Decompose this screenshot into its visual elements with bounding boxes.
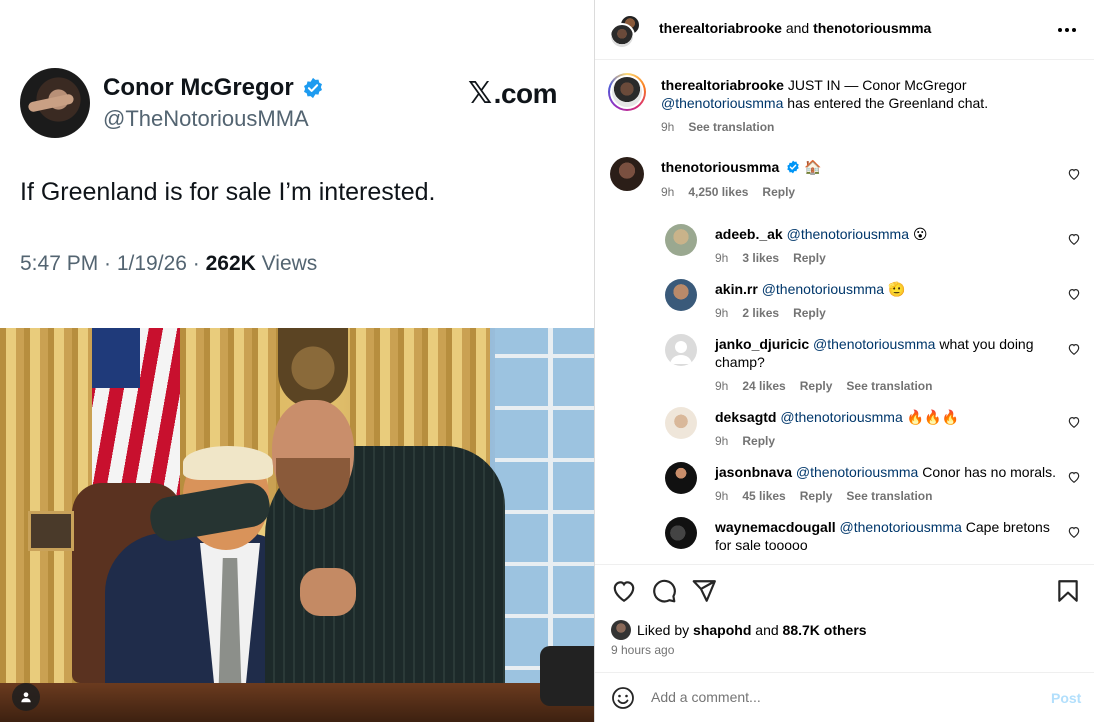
like-icon[interactable] bbox=[611, 578, 637, 604]
comment-text: waynemacdougall @thenotoriousmma Cape br… bbox=[715, 519, 1050, 553]
like-heart-icon[interactable] bbox=[1067, 287, 1081, 301]
like-heart-icon[interactable] bbox=[1067, 525, 1081, 539]
reply-comment: akin.rr @thenotoriousmma 🫡 9h 2 likes Repl… bbox=[595, 265, 1094, 320]
caption: therealtoriabrooke JUST IN — Conor McGre… bbox=[595, 60, 1094, 150]
liker-avatar bbox=[611, 620, 631, 640]
reply-button[interactable]: Reply bbox=[800, 379, 833, 393]
author-avatar[interactable] bbox=[608, 73, 646, 111]
tweet-meta: 5:47 PM · 1/19/26 · 262K Views bbox=[20, 252, 318, 275]
more-options-icon[interactable] bbox=[1055, 18, 1079, 42]
comment-text: akin.rr @thenotoriousmma 🫡 bbox=[715, 281, 906, 297]
see-translation-link[interactable]: See translation bbox=[846, 489, 932, 503]
like-heart-icon[interactable] bbox=[1067, 232, 1081, 246]
emoji-icon[interactable] bbox=[611, 686, 635, 710]
comments-list[interactable]: therealtoriabrooke JUST IN — Conor McGre… bbox=[595, 60, 1094, 565]
x-logo: 𝕏 .com bbox=[468, 76, 558, 111]
comment-meta: 9h 24 likes Reply See translation bbox=[715, 379, 933, 393]
post-media: Conor McGregor @TheNotoriousMMA 𝕏 .com If… bbox=[0, 0, 594, 722]
see-translation-link[interactable]: See translation bbox=[846, 379, 932, 393]
post-sidebar: therealtoriabrooke and thenotoriousmma t… bbox=[594, 0, 1094, 722]
tweet-display-name: Conor McGregor bbox=[103, 74, 324, 102]
comment: thenotoriousmma 🏠 9h 4,250 likes Reply bbox=[595, 150, 1094, 210]
post-button[interactable]: Post bbox=[1051, 690, 1081, 706]
reply-comment: janko_djuricic @thenotoriousmma what you… bbox=[595, 320, 1094, 393]
caption-text: therealtoriabrooke JUST IN — Conor McGre… bbox=[661, 77, 989, 111]
comment-text: jasonbnava @thenotoriousmma Conor has no… bbox=[715, 464, 1057, 480]
reply-button[interactable]: Reply bbox=[762, 185, 795, 199]
like-heart-icon[interactable] bbox=[1067, 167, 1081, 181]
commenter-avatar[interactable] bbox=[610, 157, 644, 191]
comment-text: janko_djuricic @thenotoriousmma what you… bbox=[715, 336, 1034, 370]
post-authors: therealtoriabrooke and thenotoriousmma bbox=[659, 20, 932, 36]
commenter-avatar[interactable] bbox=[665, 517, 697, 549]
reply-comment: adeeb._ak @thenotoriousmma 😮 9h 3 likes Re… bbox=[595, 210, 1094, 265]
author-link[interactable]: therealtoriabrooke bbox=[659, 20, 782, 36]
reply-comment: jasonbnava @thenotoriousmma Conor has no… bbox=[595, 448, 1094, 503]
see-translation-link[interactable]: See translation bbox=[688, 120, 774, 134]
post-header: therealtoriabrooke and thenotoriousmma bbox=[595, 0, 1094, 60]
verified-badge-icon bbox=[787, 160, 799, 174]
commenter-avatar[interactable] bbox=[665, 407, 697, 439]
reply-button[interactable]: Reply bbox=[793, 306, 826, 320]
tweet-handle: @TheNotoriousMMA bbox=[103, 106, 309, 131]
verified-badge-icon bbox=[303, 77, 322, 99]
share-icon[interactable] bbox=[691, 578, 717, 604]
reply-button[interactable]: Reply bbox=[793, 251, 826, 265]
comment-meta: 9h 3 likes Reply bbox=[715, 251, 826, 265]
comment-meta: 9h 4,250 likes Reply bbox=[661, 185, 796, 199]
reply-comment: waynemacdougall @thenotoriousmma Cape br… bbox=[595, 503, 1094, 564]
likes-summary[interactable]: Liked by shapohd and 88.7K others bbox=[611, 620, 867, 640]
comment-meta: 9h 45 likes Reply See translation bbox=[715, 489, 933, 503]
default-avatar-icon[interactable] bbox=[665, 334, 697, 366]
comment-text: adeeb._ak @thenotoriousmma 😮 bbox=[715, 226, 928, 242]
action-bar bbox=[595, 566, 1094, 616]
post-timestamp: 9 hours ago bbox=[611, 643, 675, 657]
oval-office-photo bbox=[0, 328, 594, 722]
commenter-avatar[interactable] bbox=[665, 279, 697, 311]
commenter-avatar[interactable] bbox=[665, 462, 697, 494]
like-heart-icon[interactable] bbox=[1067, 470, 1081, 484]
tagged-users-icon[interactable] bbox=[12, 683, 40, 711]
like-heart-icon[interactable] bbox=[1067, 342, 1081, 356]
tweet-text: If Greenland is for sale I’m interested. bbox=[20, 178, 436, 206]
reply-comment: deksagtd @thenotoriousmma 🔥🔥🔥 9h Reply bbox=[595, 393, 1094, 448]
comment-input[interactable] bbox=[651, 689, 1011, 705]
tweet-avatar bbox=[20, 68, 90, 138]
add-comment-bar: Post bbox=[595, 672, 1094, 722]
author-link[interactable]: thenotoriousmma bbox=[813, 20, 931, 36]
comment-meta: 9h Reply bbox=[715, 434, 776, 448]
comment-text: deksagtd @thenotoriousmma 🔥🔥🔥 bbox=[715, 409, 959, 425]
reply-button[interactable]: Reply bbox=[800, 489, 833, 503]
reply-button[interactable]: Reply bbox=[742, 434, 775, 448]
tweet-screenshot: Conor McGregor @TheNotoriousMMA 𝕏 .com If… bbox=[0, 0, 594, 328]
caption-meta: 9h See translation bbox=[661, 120, 775, 134]
comment-text: thenotoriousmma 🏠 bbox=[661, 159, 822, 175]
like-heart-icon[interactable] bbox=[1067, 415, 1081, 429]
commenter-avatar[interactable] bbox=[665, 224, 697, 256]
comment-meta: 9h 2 likes Reply bbox=[715, 306, 826, 320]
comment-icon[interactable] bbox=[651, 578, 677, 604]
collab-avatars[interactable] bbox=[609, 14, 643, 49]
save-bookmark-icon[interactable] bbox=[1055, 578, 1081, 604]
